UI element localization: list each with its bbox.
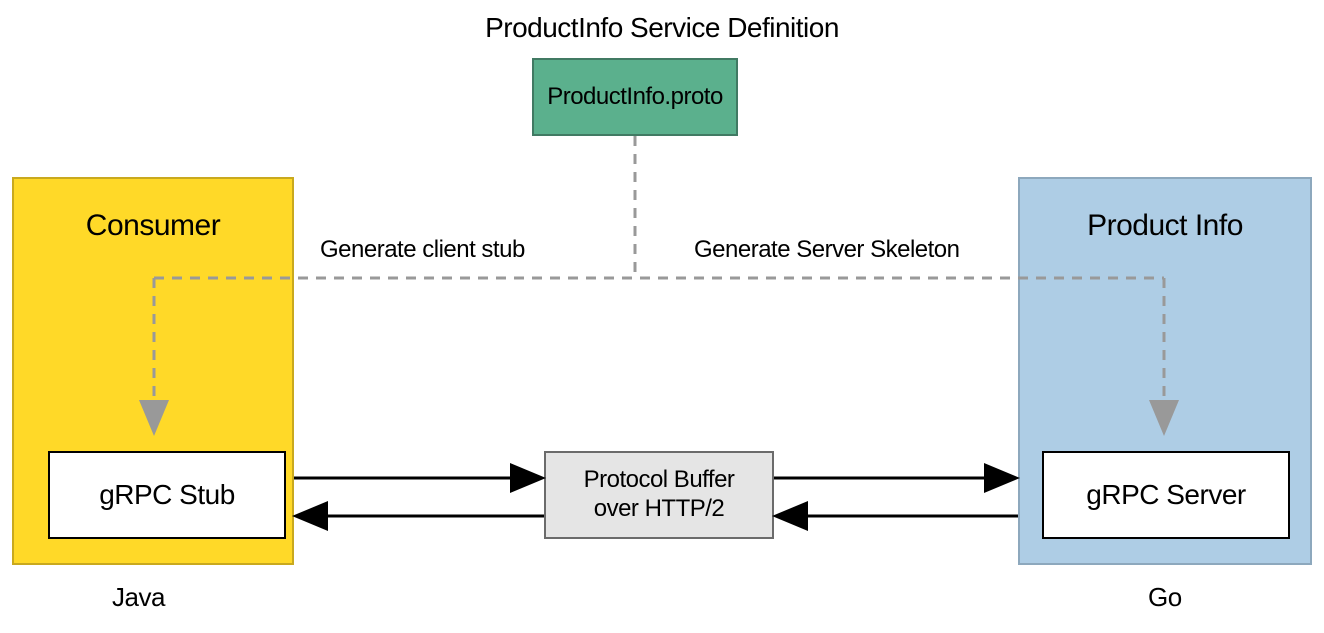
grpc-stub-label: gRPC Stub xyxy=(99,479,235,511)
product-info-container: Product Info gRPC Server xyxy=(1018,177,1312,565)
consumer-title: Consumer xyxy=(86,209,220,243)
grpc-server-box: gRPC Server xyxy=(1042,451,1290,539)
proto-file-label: ProductInfo.proto xyxy=(547,83,723,111)
grpc-server-label: gRPC Server xyxy=(1086,479,1245,511)
diagram-title: ProductInfo Service Definition xyxy=(485,12,839,44)
consumer-container: Consumer gRPC Stub xyxy=(12,177,294,565)
grpc-stub-box: gRPC Stub xyxy=(48,451,286,539)
consumer-language: Java xyxy=(112,582,165,613)
generate-client-label: Generate client stub xyxy=(320,236,525,264)
server-language: Go xyxy=(1148,582,1182,613)
protocol-box: Protocol Buffer over HTTP/2 xyxy=(544,451,774,539)
product-info-title: Product Info xyxy=(1087,209,1243,243)
generate-server-label: Generate Server Skeleton xyxy=(694,236,960,264)
protocol-line-2: over HTTP/2 xyxy=(594,495,725,524)
proto-file-box: ProductInfo.proto xyxy=(532,58,738,136)
protocol-line-1: Protocol Buffer xyxy=(584,466,735,495)
